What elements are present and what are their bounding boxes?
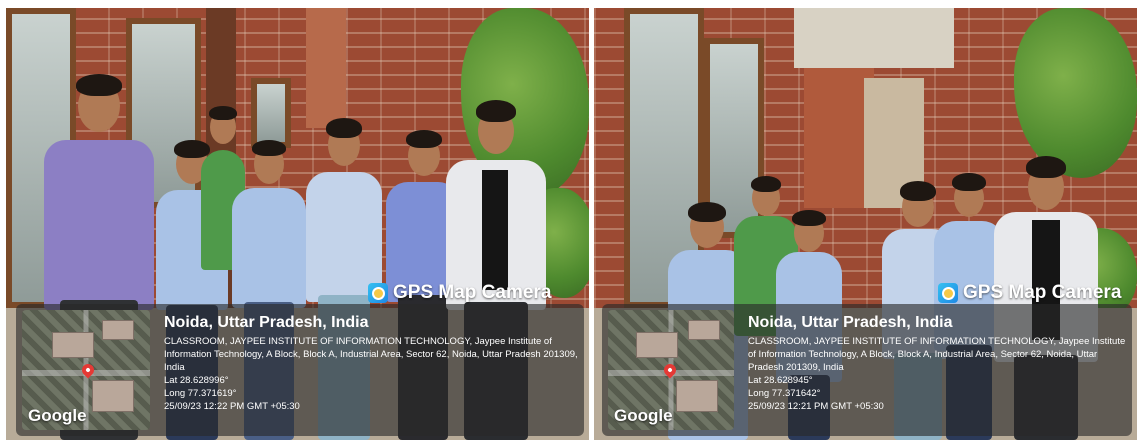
longitude-text: Long 77.371619°	[164, 388, 237, 399]
photo-right: GPS Map Camera Google Noida, Uttar Prade…	[594, 8, 1137, 440]
watermark-label: GPS Map Camera	[393, 282, 552, 303]
location-title: Noida, Uttar Pradesh, India	[748, 314, 953, 331]
map-pin-icon	[79, 361, 97, 379]
address-text: CLASSROOM, JAYPEE INSTITUTE OF INFORMATI…	[748, 336, 1126, 373]
longitude-text: Long 77.371642°	[748, 388, 821, 399]
map-thumbnail: Google	[22, 310, 150, 430]
google-logo: Google	[28, 406, 87, 425]
gps-map-camera-icon	[368, 283, 388, 303]
location-title: Noida, Uttar Pradesh, India	[164, 314, 369, 331]
location-info-card: Google Noida, Uttar Pradesh, India CLASS…	[16, 304, 584, 436]
latitude-text: Lat 28.628996°	[164, 375, 229, 386]
timestamp-text: 25/09/23 12:21 PM GMT +05:30	[748, 401, 884, 412]
timestamp-text: 25/09/23 12:22 PM GMT +05:30	[164, 401, 300, 412]
map-thumbnail: Google	[608, 310, 734, 430]
location-info-card: Google Noida, Uttar Pradesh, India CLASS…	[602, 304, 1132, 436]
gps-map-camera-watermark: GPS Map Camera	[938, 282, 1121, 304]
watermark-label: GPS Map Camera	[963, 282, 1122, 303]
gps-map-camera-icon	[938, 283, 958, 303]
photo-left: GPS Map Camera Google Noida, Uttar Prade…	[6, 8, 589, 440]
address-text: CLASSROOM, JAYPEE INSTITUTE OF INFORMATI…	[164, 336, 578, 373]
google-logo: Google	[614, 406, 673, 425]
map-pin-icon	[661, 361, 679, 379]
latitude-text: Lat 28.628945°	[748, 375, 813, 386]
gps-map-camera-watermark: GPS Map Camera	[368, 282, 551, 304]
